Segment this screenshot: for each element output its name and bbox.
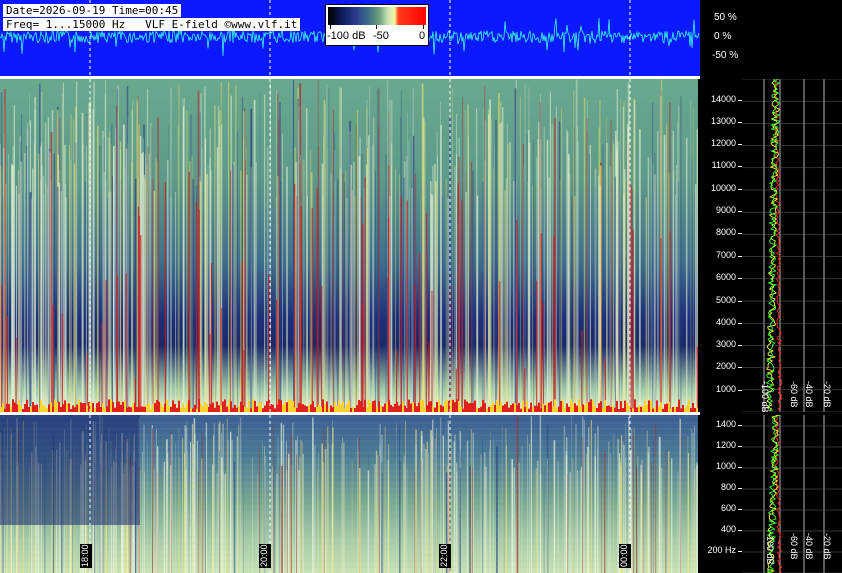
freq-label: 400 (720, 524, 736, 534)
db-label: -100 dB (760, 381, 770, 412)
db-label: -60 dB (789, 381, 799, 408)
spectrum-profile-high-plot (742, 79, 842, 412)
db-label: -20 dB (822, 533, 832, 560)
freq-label: 2000 (715, 361, 736, 371)
db-label: -60 dB (789, 533, 799, 560)
db-label: -100 dB (765, 533, 775, 565)
frequency-axis-high: 14000 13000 12000 11000 10000 9000 8000 … (698, 79, 742, 412)
waveform-scale-top: 50 % (714, 12, 737, 23)
db-color-scale: -100 dB -50 0 (325, 4, 429, 46)
spectrogram-low-band-lines (0, 415, 698, 573)
frequency-axis-low: 1400 1200 1000 800 600 400 200 Hz (698, 415, 742, 573)
freq-label: 14000 (710, 94, 736, 104)
freq-label: 9000 (715, 205, 736, 215)
time-marker-label: 00:00 (619, 544, 631, 568)
db-label: -40 dB (804, 533, 814, 560)
freq-label: 13000 (710, 116, 736, 126)
date-time-label: Date=2026-09-19 Time=00:45 (3, 4, 182, 17)
spectrogram-high-band-lines (0, 79, 698, 412)
freq-label: 600 (720, 503, 736, 513)
spectrogram-low-band (0, 415, 698, 573)
freq-label: 6000 (715, 272, 736, 282)
freq-label: 1000 (715, 384, 736, 394)
freq-label: 1400 (715, 419, 736, 429)
freq-label: 200 Hz (707, 545, 736, 555)
time-marker-label: 20:00 (259, 544, 271, 568)
freq-label: 12000 (710, 138, 736, 148)
time-marker-label: 22:00 (439, 544, 451, 568)
freq-label: 1000 (715, 461, 736, 471)
freq-label: 3000 (715, 339, 736, 349)
color-scale-mid-label: -50 (373, 30, 389, 42)
freq-label: 11000 (711, 160, 736, 170)
db-label: -20 dB (822, 381, 832, 408)
waveform-panel: Date=2026-09-19 Time=00:45 Freq= 1...150… (0, 0, 700, 76)
waveform-scale-zero: 0 % (714, 31, 732, 42)
spectrum-profile-high: -100 dB -60 dB -40 dB -20 dB (742, 79, 842, 412)
color-scale-min-label: -100 dB (327, 30, 366, 42)
time-marker-label: 18:00 (80, 544, 92, 568)
freq-label: 1200 (715, 440, 736, 450)
freq-label: 800 (720, 482, 736, 492)
spectrogram-high-band (0, 79, 698, 412)
spectrum-profile-low: -100 dB -60 dB -40 dB -20 dB (742, 415, 842, 573)
waveform-scale: 50 % 0 % -50 % (700, 0, 842, 76)
color-scale-gradient (328, 7, 426, 25)
freq-label: 5000 (715, 295, 736, 305)
freq-label: 10000 (710, 183, 736, 193)
color-scale-max-label: 0 (419, 30, 426, 42)
freq-label: 4000 (715, 317, 736, 327)
db-label: -40 dB (804, 381, 814, 408)
waveform-scale-bottom: -50 % (712, 50, 739, 61)
freq-label: 8000 (715, 227, 736, 237)
frequency-label: Freq= 1...15000 Hz VLF E-field ©www.vlf.… (3, 18, 301, 31)
vlf-spectrogram-window: Date=2026-09-19 Time=00:45 Freq= 1...150… (0, 0, 842, 573)
freq-label: 7000 (715, 250, 736, 260)
